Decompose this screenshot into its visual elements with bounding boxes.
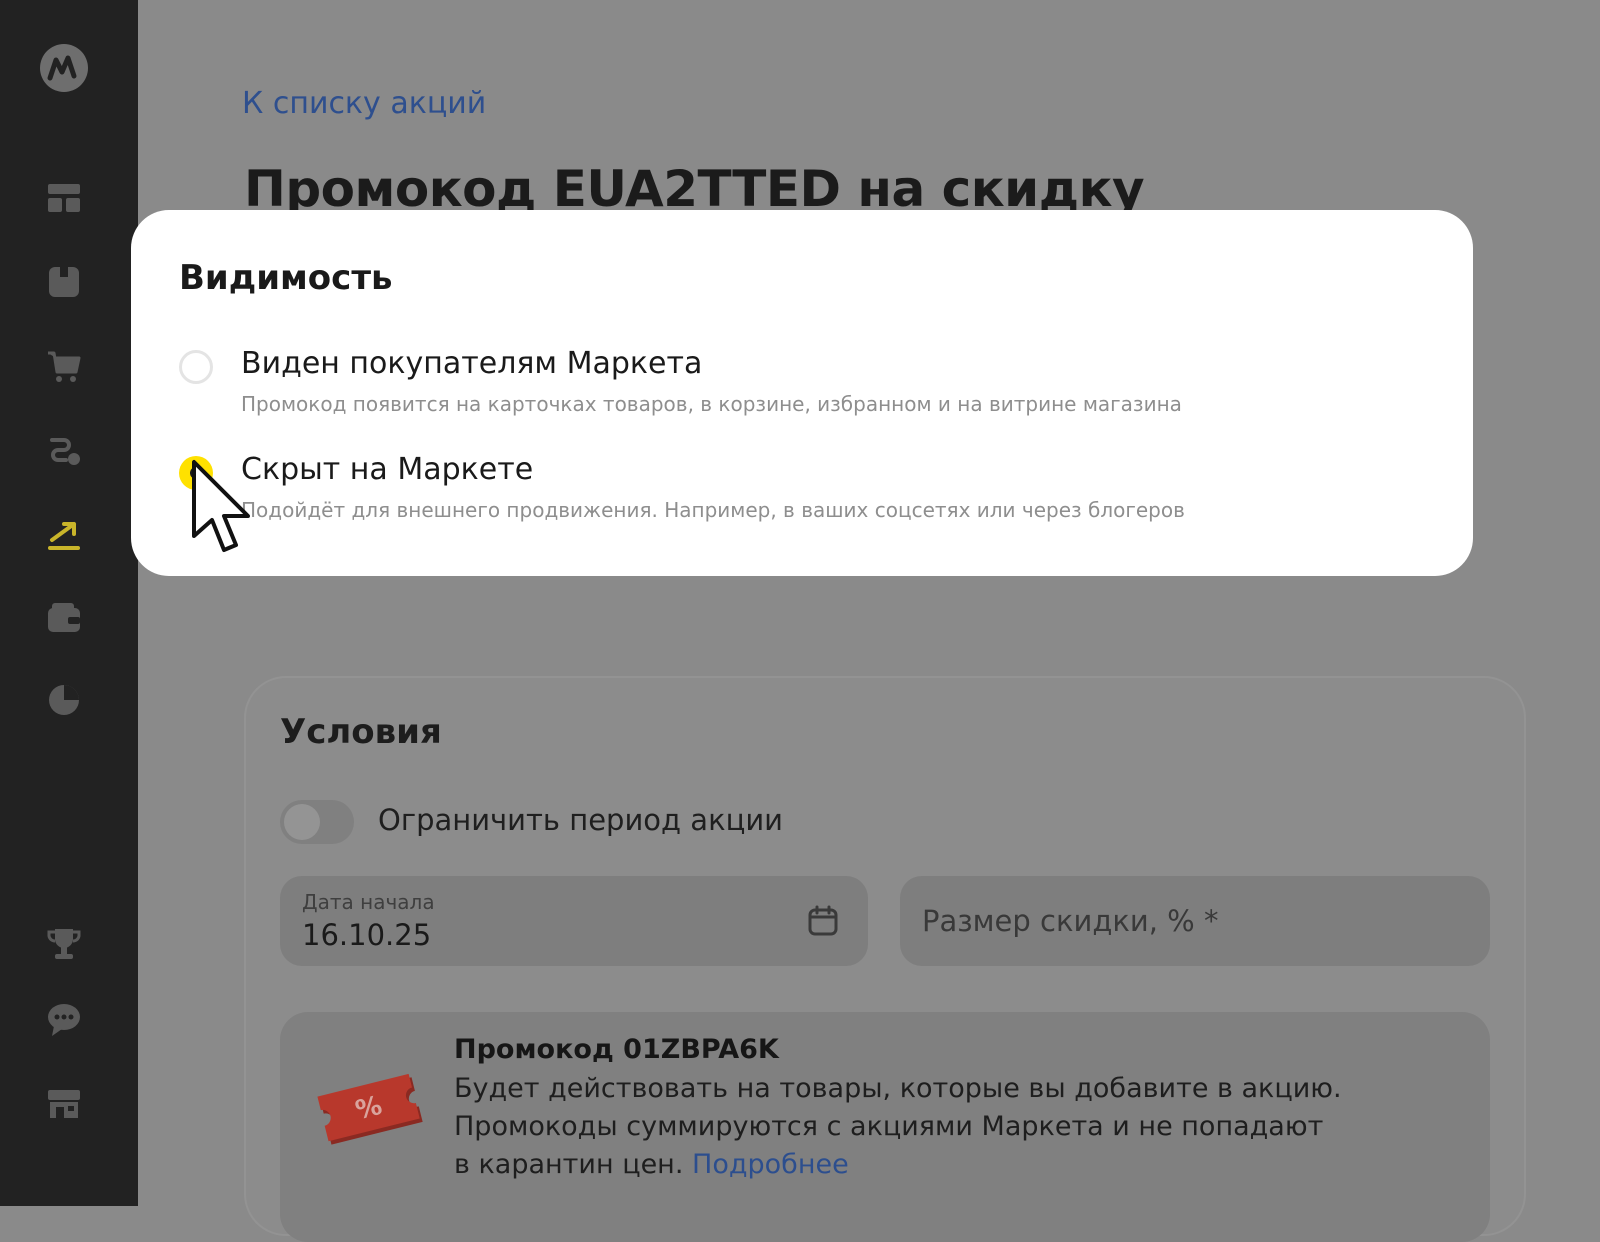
promo-code-title: Промокод 01ZBPA6K [454,1034,779,1065]
back-to-promotions-link[interactable]: К списку акций [242,86,486,121]
chat-icon[interactable] [44,1000,84,1040]
wallet-icon[interactable] [44,598,84,638]
dashboard-icon[interactable] [44,178,84,218]
start-date-field[interactable]: Дата начала 16.10.25 [280,876,868,966]
visible-option-label: Виден покупателям Маркета [241,346,703,381]
discount-ticket-icon: % [316,1064,426,1154]
visibility-title: Видимость [179,258,393,298]
promo-text-line-3-text: в карантин цен. [454,1149,684,1180]
discount-size-field[interactable]: Размер скидки, % * [900,876,1490,966]
promo-text-line-2: Промокоды суммируются с акциями Маркета … [454,1111,1324,1142]
radio-visible[interactable] [179,350,213,384]
market-logo-icon[interactable] [38,42,90,94]
pie-chart-icon[interactable] [44,680,84,720]
limit-period-toggle[interactable] [280,800,354,844]
box-icon[interactable] [44,262,84,302]
limit-period-label: Ограничить период акции [378,803,784,837]
start-date-label: Дата начала [302,890,435,914]
visible-option-description: Промокод появится на карточках товаров, … [241,392,1182,416]
radio-hidden[interactable] [179,456,213,490]
start-date-value: 16.10.25 [302,918,432,952]
trophy-icon[interactable] [44,924,84,964]
toggle-knob [284,804,320,840]
hidden-option-description: Подойдёт для внешнего продвижения. Напри… [241,498,1185,522]
sidebar [0,0,138,1206]
more-info-link[interactable]: Подробнее [692,1149,849,1180]
cart-icon[interactable] [44,346,84,386]
hidden-option-label: Скрыт на Маркете [241,452,534,487]
route-icon[interactable] [44,430,84,470]
storefront-icon[interactable] [44,1084,84,1124]
promo-growth-icon[interactable] [44,514,84,554]
visibility-modal: Видимость Виден покупателям Маркета Пром… [131,210,1473,576]
calendar-icon[interactable] [806,904,840,938]
promo-text-line-3: в карантин цен. Подробнее [454,1146,1354,1184]
discount-size-placeholder: Размер скидки, % * [922,904,1219,938]
promo-description: Будет действовать на товары, которые вы … [454,1070,1354,1184]
conditions-title: Условия [280,712,442,752]
promo-text-line-1: Будет действовать на товары, которые вы … [454,1073,1342,1104]
